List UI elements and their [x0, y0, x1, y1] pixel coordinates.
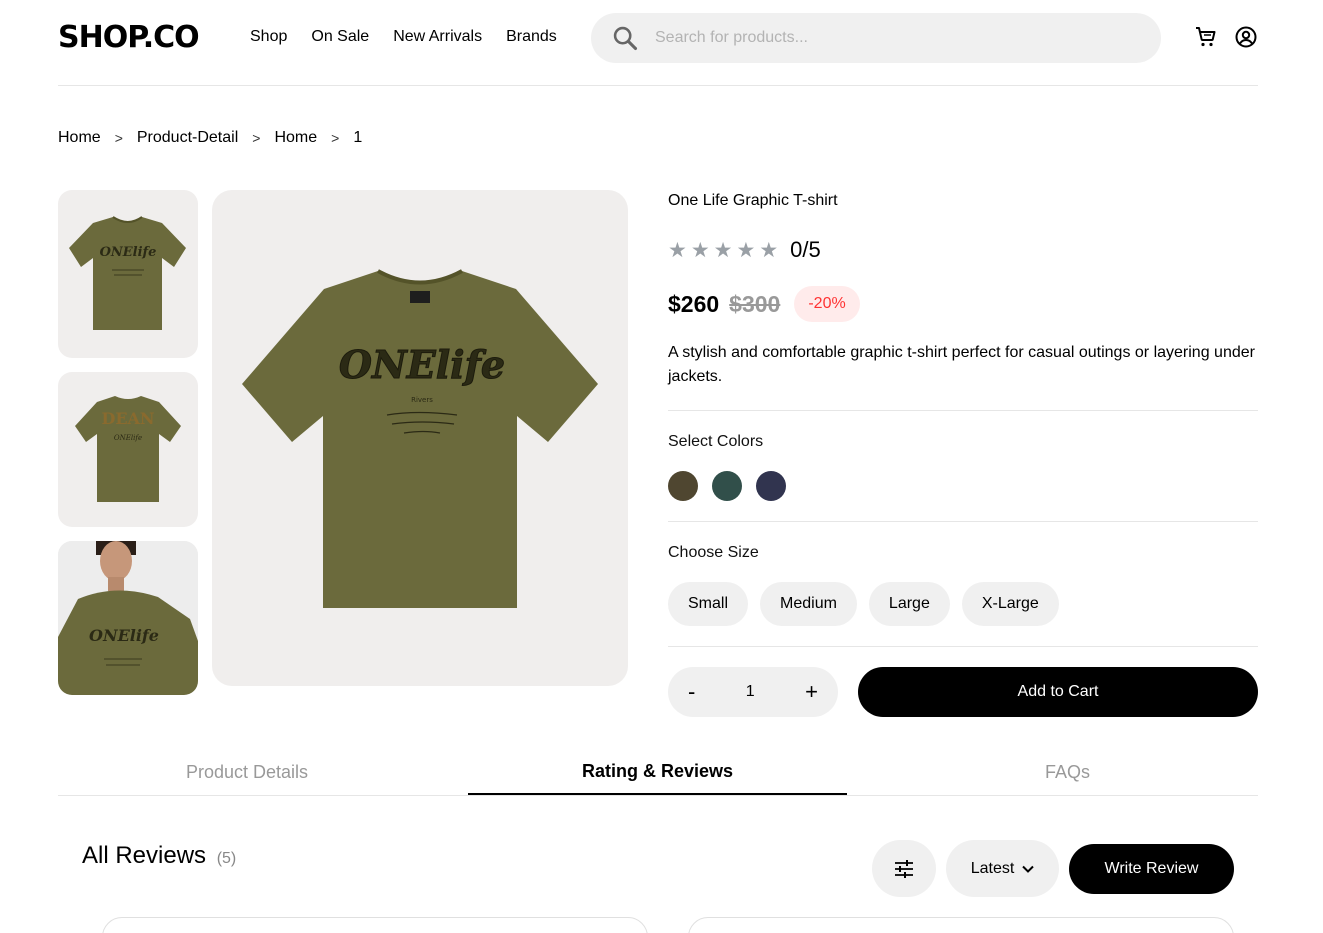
size-label: Choose Size: [668, 544, 759, 561]
account-icon[interactable]: [1234, 25, 1258, 49]
active-tab-indicator: [468, 793, 847, 795]
reviews-count: (5): [216, 850, 237, 867]
main-nav: Shop On Sale New Arrivals Brands: [250, 27, 581, 47]
star-icon: ★: [690, 238, 710, 262]
product-info: One Life Graphic T-shirt ★ ★ ★ ★ ★ 0/5 $…: [668, 190, 1258, 717]
sort-dropdown[interactable]: Latest: [946, 840, 1059, 897]
reviews-heading: All Reviews: [82, 842, 207, 869]
product-description: A stylish and comfortable graphic t-shir…: [668, 344, 1255, 385]
quantity-value: 1: [745, 683, 755, 700]
nav-new-arrivals[interactable]: New Arrivals: [393, 27, 482, 47]
nav-shop[interactable]: Shop: [250, 27, 287, 47]
star-rating: ★ ★ ★ ★ ★: [668, 238, 778, 263]
color-swatch-teal[interactable]: [712, 471, 742, 501]
star-icon: ★: [713, 238, 733, 262]
breadcrumb: Home > Product-Detail > Home > 1: [58, 128, 362, 148]
svg-text:ONElife: ONElife: [339, 342, 505, 387]
current-price: $260: [668, 290, 720, 317]
quantity-stepper: - 1 +: [668, 667, 838, 717]
search-input[interactable]: [655, 29, 1135, 47]
write-review-button[interactable]: Write Review: [1069, 844, 1234, 894]
reviews-title: All Reviews (5): [82, 842, 236, 870]
color-swatch-olive[interactable]: [668, 471, 698, 501]
search-bar[interactable]: [591, 13, 1161, 63]
breadcrumb-home-2[interactable]: Home: [274, 128, 317, 148]
breadcrumb-separator: >: [331, 130, 340, 146]
star-icon: ★: [736, 238, 756, 262]
review-card: [102, 917, 648, 933]
sort-label: Latest: [970, 859, 1015, 877]
tab-rating-reviews[interactable]: Rating & Reviews: [582, 761, 733, 782]
nav-brands[interactable]: Brands: [506, 27, 557, 47]
tshirt-main-image: ONElife Rivers: [242, 269, 598, 608]
review-card: [688, 917, 1234, 933]
star-icon: ★: [759, 238, 779, 262]
price-row: $260 $300 -20%: [668, 286, 860, 322]
filter-sliders-icon: [895, 859, 913, 878]
colors-label: Select Colors: [668, 433, 764, 450]
breadcrumb-separator: >: [114, 130, 123, 146]
color-swatch-navy[interactable]: [756, 471, 786, 501]
divider: [668, 410, 1258, 411]
product-title: One Life Graphic T-shirt: [668, 192, 838, 209]
star-icon: ★: [668, 238, 687, 262]
svg-text:Rivers: Rivers: [411, 396, 433, 404]
discount-badge: -20%: [794, 286, 860, 322]
original-price: $300: [729, 290, 781, 317]
breadcrumb-product-detail[interactable]: Product-Detail: [137, 128, 238, 148]
svg-text:DEAN: DEAN: [101, 409, 154, 428]
product-rating: ★ ★ ★ ★ ★ 0/5: [668, 237, 821, 263]
tab-product-details[interactable]: Product Details: [186, 762, 308, 783]
size-medium-button[interactable]: Medium: [760, 582, 857, 626]
chevron-down-icon: [1022, 865, 1035, 873]
thumbnail-front[interactable]: ONElife: [58, 190, 198, 358]
size-large-button[interactable]: Large: [868, 582, 950, 626]
size-options: Small Medium Large X-Large: [668, 582, 1059, 626]
search-icon: [613, 26, 638, 51]
product-tabs: Product Details Rating & Reviews FAQs: [58, 756, 1258, 796]
model-wearing-tshirt-image: ONElife: [58, 541, 198, 695]
svg-text:ONElife: ONElife: [89, 626, 159, 645]
rating-value: 0/5: [790, 237, 821, 262]
main-product-image[interactable]: ONElife Rivers: [212, 190, 628, 686]
size-xlarge-button[interactable]: X-Large: [961, 582, 1059, 626]
quantity-increase-button[interactable]: +: [805, 679, 818, 705]
tshirt-front-image: ONElife: [69, 216, 186, 330]
header-icons: [1194, 25, 1258, 49]
divider: [668, 521, 1258, 522]
divider: [668, 646, 1258, 647]
tab-faqs[interactable]: FAQs: [1045, 762, 1090, 783]
breadcrumb-separator: >: [252, 130, 261, 146]
thumbnail-back[interactable]: DEAN ONElife: [58, 372, 198, 527]
add-to-cart-button[interactable]: Add to Cart: [858, 667, 1258, 717]
svg-text:ONElife: ONElife: [114, 434, 142, 442]
size-small-button[interactable]: Small: [668, 582, 749, 626]
tshirt-back-image: DEAN ONElife: [75, 396, 181, 502]
header: SHOP.CO Shop On Sale New Arrivals Brands: [58, 0, 1258, 86]
svg-text:ONElife: ONElife: [100, 245, 157, 260]
color-swatches: [668, 471, 786, 501]
filter-button[interactable]: [872, 840, 936, 897]
breadcrumb-home[interactable]: Home: [58, 128, 101, 148]
cart-icon[interactable]: [1194, 25, 1218, 49]
logo[interactable]: SHOP.CO: [58, 20, 200, 56]
breadcrumb-current: 1: [353, 129, 363, 146]
nav-on-sale[interactable]: On Sale: [311, 27, 369, 47]
quantity-decrease-button[interactable]: -: [688, 679, 695, 705]
thumbnail-model[interactable]: ONElife: [58, 541, 198, 695]
